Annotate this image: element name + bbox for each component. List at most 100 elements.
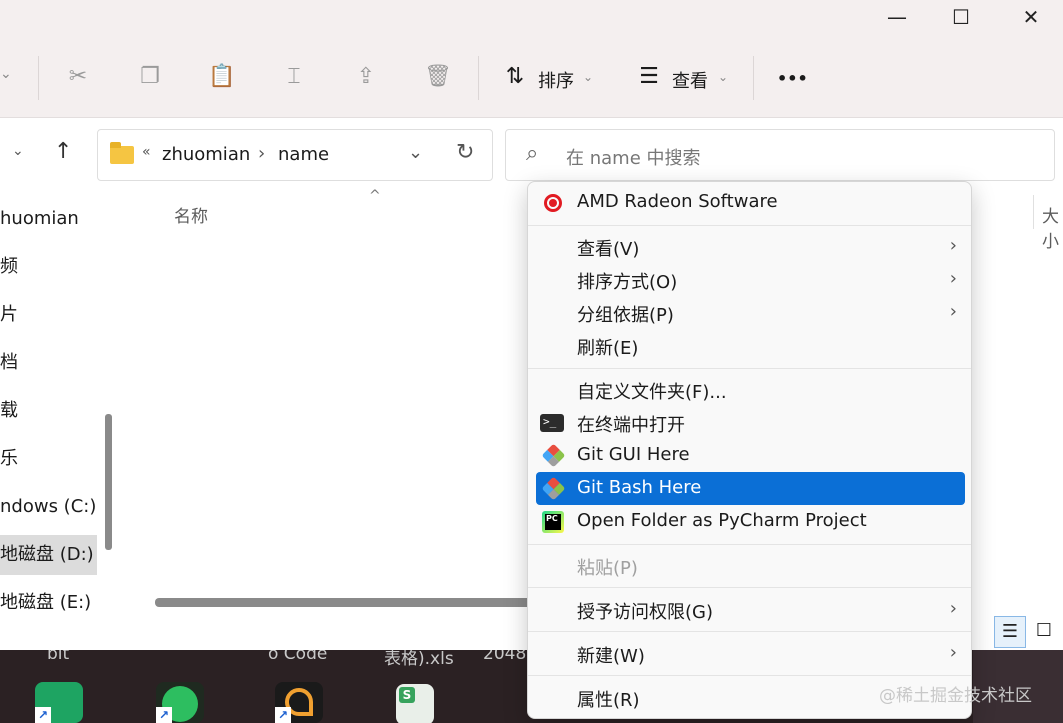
shortcut-arrow-icon: ↗ xyxy=(275,707,291,723)
menu-item-view[interactable]: 查看(V) › xyxy=(536,230,965,263)
submenu-arrow-icon: › xyxy=(949,268,957,289)
minimize-button[interactable]: — xyxy=(865,0,929,36)
cut-icon[interactable]: ✂ xyxy=(63,64,93,89)
desktop-evernote-icon[interactable]: ↗ xyxy=(156,682,204,723)
watermark: @稀土掘金技术社区 xyxy=(879,686,1032,706)
breadcrumb-separator-icon[interactable]: › xyxy=(258,143,265,164)
recent-locations-chevron-icon[interactable]: ⌄ xyxy=(12,143,24,159)
search-box[interactable]: ⌕ 在 name 中搜索 xyxy=(505,129,1055,181)
desktop-app-icon[interactable]: ↗ xyxy=(35,682,83,723)
maximize-button[interactable]: ☐ xyxy=(929,0,993,36)
sidebar-item-drive-c[interactable]: ndows (C:) xyxy=(0,487,97,527)
toolbar-divider xyxy=(753,56,754,100)
toolbar-divider xyxy=(38,56,39,100)
up-button[interactable]: ↑ xyxy=(54,139,72,164)
paste-icon[interactable]: 📋 xyxy=(207,64,237,89)
menu-item-git-gui[interactable]: Git GUI Here xyxy=(536,439,965,472)
new-dropdown-chevron-icon[interactable]: ⌄ xyxy=(0,66,12,82)
view-button[interactable]: 查看 xyxy=(672,67,708,93)
folder-icon xyxy=(110,142,134,164)
menu-item-new[interactable]: 新建(W) › xyxy=(536,637,965,670)
close-button[interactable]: ✕ xyxy=(999,0,1063,36)
address-dropdown-icon[interactable]: ⌄ xyxy=(408,142,423,163)
menu-item-label: 粘贴(P) xyxy=(577,558,638,579)
menu-item-sort-by[interactable]: 排序方式(O) › xyxy=(536,263,965,296)
menu-item-label: Git Bash Here xyxy=(577,477,702,498)
amd-radeon-icon xyxy=(542,192,564,214)
sidebar-item-videos[interactable]: 频 xyxy=(0,247,97,287)
menu-item-label: 自定义文件夹(F)... xyxy=(577,382,727,403)
details-view-button[interactable]: ☰ xyxy=(994,616,1026,648)
share-icon[interactable]: ⇪ xyxy=(351,64,381,89)
sort-ascending-icon: ^ xyxy=(369,188,381,204)
menu-item-label: 新建(W) xyxy=(577,646,645,667)
desktop-spreadsheet-icon[interactable]: S xyxy=(396,684,434,723)
tiles-view-button[interactable]: ☐ xyxy=(1028,616,1060,648)
git-gui-icon xyxy=(541,443,566,468)
sidebar-item-music[interactable]: 乐 xyxy=(0,439,97,479)
menu-item-label: 刷新(E) xyxy=(577,338,639,359)
horizontal-scrollbar-thumb[interactable] xyxy=(155,598,535,607)
menu-separator xyxy=(528,544,971,545)
menu-item-pycharm[interactable]: PC Open Folder as PyCharm Project xyxy=(536,505,965,538)
toolbar-divider xyxy=(478,56,479,100)
shortcut-arrow-icon: ↗ xyxy=(156,707,172,723)
menu-item-label: 在终端中打开 xyxy=(577,415,685,436)
menu-separator xyxy=(528,675,971,676)
sort-button[interactable]: 排序 xyxy=(538,67,574,93)
breadcrumb-overflow[interactable]: « xyxy=(142,144,151,160)
menu-separator xyxy=(528,225,971,226)
menu-separator xyxy=(528,631,971,632)
column-divider[interactable] xyxy=(1033,195,1034,229)
menu-item-open-in-terminal[interactable]: >_ 在终端中打开 xyxy=(536,406,965,439)
title-bar: — ☐ ✕ xyxy=(0,0,1063,36)
sort-icon[interactable]: ⇅ xyxy=(500,64,530,89)
menu-item-label: 排序方式(O) xyxy=(577,272,678,293)
submenu-arrow-icon: › xyxy=(949,301,957,322)
menu-item-label: 查看(V) xyxy=(577,239,640,260)
breadcrumb-item-name[interactable]: name xyxy=(278,144,329,165)
menu-item-label: 属性(R) xyxy=(577,690,640,711)
spreadsheet-logo-icon: S xyxy=(399,687,415,703)
column-header-name[interactable]: 名称 xyxy=(174,202,208,227)
navigation-pane: huomian 频 片 档 载 乐 ndows (C:) 地磁盘 (D:) 地磁… xyxy=(0,191,97,621)
address-bar[interactable]: « zhuomian › name ⌄ ↻ xyxy=(97,129,493,181)
sidebar-item-documents[interactable]: 档 xyxy=(0,343,97,383)
menu-item-customize-folder[interactable]: 自定义文件夹(F)... xyxy=(536,373,965,406)
view-icon[interactable]: ☰ xyxy=(634,64,664,89)
search-icon: ⌕ xyxy=(526,141,539,166)
more-options-button[interactable]: ••• xyxy=(777,69,808,88)
breadcrumb-item-zhuomian[interactable]: zhuomian xyxy=(162,144,250,165)
menu-separator xyxy=(528,587,971,588)
sidebar-scrollbar-thumb[interactable] xyxy=(105,414,112,550)
command-bar: ⌄ ✂ ❐ 📋 ⌶ ⇪ 🗑 ⇅ 排序 ⌄ ☰ 查看 ⌄ ••• xyxy=(0,36,1063,118)
sidebar-item-drive-d[interactable]: 地磁盘 (D:) xyxy=(0,535,97,575)
refresh-icon[interactable]: ↻ xyxy=(456,140,474,165)
rename-icon[interactable]: ⌶ xyxy=(279,64,309,89)
shortcut-arrow-icon: ↗ xyxy=(35,707,51,723)
menu-item-paste: 粘贴(P) xyxy=(536,549,965,582)
menu-item-group-by[interactable]: 分组依据(P) › xyxy=(536,296,965,329)
sidebar-item-pictures[interactable]: 片 xyxy=(0,295,97,335)
git-bash-icon xyxy=(541,476,566,501)
terminal-icon: >_ xyxy=(540,414,564,432)
context-menu: AMD Radeon Software 查看(V) › 排序方式(O) › 分组… xyxy=(527,181,972,719)
sidebar-item-desktop-folder[interactable]: huomian xyxy=(0,199,97,239)
delete-icon[interactable]: 🗑 xyxy=(423,64,453,89)
submenu-arrow-icon: › xyxy=(949,642,957,663)
menu-separator xyxy=(528,368,971,369)
desktop-app-icon[interactable]: ↗ xyxy=(275,682,323,723)
sidebar-item-drive-e[interactable]: 地磁盘 (E:) xyxy=(0,583,97,621)
menu-item-label: AMD Radeon Software xyxy=(577,191,778,212)
copy-icon[interactable]: ❐ xyxy=(135,64,165,89)
sidebar-item-downloads[interactable]: 载 xyxy=(0,391,97,431)
menu-item-label: 分组依据(P) xyxy=(577,305,674,326)
search-placeholder: 在 name 中搜索 xyxy=(566,148,701,169)
view-chevron-icon: ⌄ xyxy=(718,70,729,84)
menu-item-give-access[interactable]: 授予访问权限(G) › xyxy=(536,593,965,626)
sort-chevron-icon: ⌄ xyxy=(583,70,594,84)
menu-item-git-bash[interactable]: Git Bash Here xyxy=(536,472,965,505)
menu-item-refresh[interactable]: 刷新(E) xyxy=(536,329,965,362)
menu-item-amd-radeon[interactable]: AMD Radeon Software xyxy=(536,186,965,219)
column-header-size[interactable]: 大小 xyxy=(1042,202,1063,252)
